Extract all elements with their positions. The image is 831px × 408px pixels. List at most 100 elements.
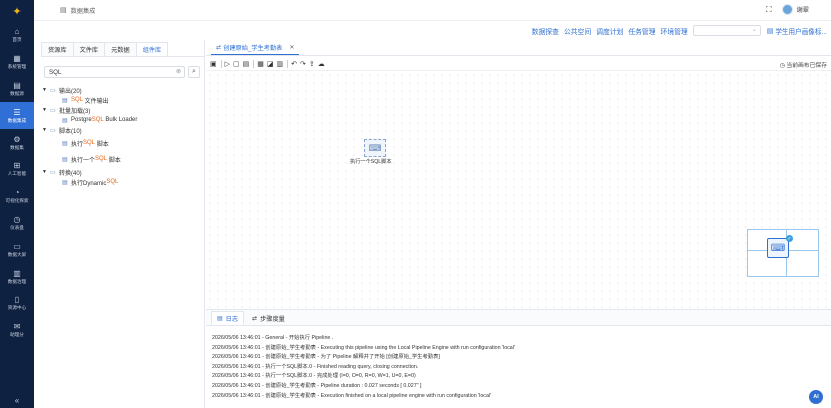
rail-item-datasource[interactable]: ▤ 数据源: [0, 76, 34, 103]
rail-item-governance[interactable]: ▥ 数据治理: [0, 263, 34, 290]
tab-metadata[interactable]: 元数据: [104, 42, 137, 56]
sql-script-step-icon[interactable]: ⌨: [364, 139, 386, 157]
nav-link-schedule[interactable]: 调度计划: [596, 26, 623, 36]
tree-category[interactable]: ▼ ▭ 转换(40): [34, 167, 204, 177]
check-icon: ✓: [786, 235, 793, 242]
rail-item-label: 数据源: [10, 90, 24, 96]
grid-icon[interactable]: ▦: [257, 60, 264, 68]
tab-step-metrics[interactable]: ⇄ 步骤度量: [247, 311, 290, 325]
save-status-label: 当前画布已保存: [786, 63, 827, 69]
clear-icon[interactable]: ⊗: [176, 68, 181, 75]
run-icon[interactable]: ▷: [225, 60, 230, 68]
redo-icon[interactable]: ↷: [300, 60, 306, 68]
caret-down-icon[interactable]: ▼: [42, 87, 50, 93]
tree-item[interactable]: ▤ 执行 SQL 脚本: [34, 135, 204, 151]
tab-pipeline[interactable]: ⇄ 创建原始_学生考勤表 ✕: [211, 41, 300, 55]
chart-icon[interactable]: ◪: [267, 60, 274, 68]
tree-category[interactable]: ▼ ▭ 脚本(10): [34, 125, 204, 135]
tree-category[interactable]: ▼ ▭ 输出(20): [34, 85, 204, 95]
resource-icon: ▯: [14, 295, 20, 305]
caret-down-icon[interactable]: ▼: [42, 169, 50, 175]
rail-item-label: 数据集: [10, 144, 24, 150]
nav-link-explore[interactable]: 数据探查: [532, 26, 559, 36]
rail-item-label: 系统管理: [7, 64, 27, 70]
rail-item-integration[interactable]: ☰ 数据集成: [0, 102, 34, 130]
caret-down-icon[interactable]: ▼: [42, 127, 50, 133]
log-line: 2026/05/06 13:46:01 - 创建原始_学生考勤表 - 为了 Pi…: [212, 354, 440, 361]
project-selector[interactable]: ▤ 学生用户画像标...: [767, 26, 827, 36]
log-line: 2026/05/06 13:46:01 - General - 开始执行 Pip…: [212, 335, 334, 341]
clock-icon: ◷: [779, 63, 785, 69]
tree-item-prefix: Postgre: [71, 117, 92, 123]
pipeline-tab-icon: ⇄: [216, 44, 222, 51]
tree-item-suffix: Bulk Loader: [103, 117, 138, 123]
tree-item[interactable]: ▤ SQL 文件输出: [34, 95, 204, 105]
rail-item-label: 可视化探索: [5, 198, 29, 204]
preview-icon[interactable]: ▤: [243, 60, 250, 68]
rail-item-bigscreen[interactable]: ▭ 数据大屏: [0, 236, 34, 263]
module-icon: ▤: [60, 7, 67, 14]
tree-category[interactable]: ▼ ▭ 批量加载(3): [34, 105, 204, 115]
minimap[interactable]: ⌨ ✓: [747, 229, 819, 277]
stop-icon[interactable]: ▢: [233, 60, 240, 68]
log-line: 2026/05/06 13:46:01 - 执行一个SQL脚本.0 - Fini…: [212, 363, 419, 370]
nav-link-tasks[interactable]: 任务管理: [628, 26, 655, 36]
step-label: 执行一个SQL脚本: [350, 159, 392, 165]
rail-item-label: 数据大屏: [7, 251, 27, 257]
tab-step-metrics-label: 步骤度量: [260, 315, 285, 323]
fullscreen-icon[interactable]: ⛶: [766, 5, 772, 15]
close-icon[interactable]: ✕: [289, 44, 294, 51]
cloud-icon[interactable]: ☁: [318, 60, 325, 68]
tree-item-prefix: 执行Dynamic: [71, 180, 107, 187]
rail-item-label: 资源中心: [7, 305, 27, 311]
folder-icon: ▭: [50, 127, 56, 134]
upload-icon[interactable]: ⇪: [309, 60, 315, 68]
visual-icon: ◔: [14, 188, 20, 198]
tab-log[interactable]: ▤ 日志: [211, 311, 245, 325]
save-icon[interactable]: ▣: [210, 60, 217, 68]
star-logo-icon[interactable]: ✦: [0, 0, 34, 22]
tab-components[interactable]: 组件库: [135, 42, 169, 56]
environment-select[interactable]: ⌄: [692, 25, 761, 36]
nav-link-public-space[interactable]: 公共空间: [564, 26, 591, 36]
avatar[interactable]: [781, 4, 793, 15]
tree-item-prefix: 执行: [71, 141, 84, 148]
integration-icon: ☰: [13, 107, 21, 117]
component-icon: ▤: [62, 97, 68, 104]
tree-item[interactable]: ▤ 执行一个 SQL 脚本: [34, 151, 204, 167]
tree-item[interactable]: ▤ Postgre SQL Bulk Loader: [34, 115, 204, 125]
tab-file-library[interactable]: 文件库: [72, 42, 106, 56]
folder-icon: ▭: [50, 169, 56, 176]
rail-item-dashboard[interactable]: ◷ 仪表盘: [0, 210, 34, 237]
rail-item-home[interactable]: ⌂ 首页: [0, 22, 34, 49]
collapse-icon[interactable]: «: [0, 392, 34, 408]
nav-link-environment[interactable]: 环境管理: [661, 26, 688, 36]
rail-item-system[interactable]: ▦ 系统管理: [0, 49, 34, 76]
search-input[interactable]: [44, 66, 185, 78]
username[interactable]: 谢翠: [797, 5, 809, 14]
rail-item-assistant[interactable]: ✉ 助理分: [0, 317, 34, 344]
search-icon[interactable]: ⌕: [188, 66, 200, 78]
component-icon: ▤: [62, 156, 68, 163]
rail-item-resource[interactable]: ▯ 资源中心: [0, 290, 34, 317]
system-icon: ▦: [13, 54, 21, 64]
log-line: 2026/05/06 13:46:01 - 创建原始_学生考勤表 - Pipel…: [212, 382, 422, 389]
panel-tabs: 资源库 文件库 元数据 组件库: [41, 42, 204, 57]
component-icon: ▤: [62, 117, 68, 124]
caret-down-icon[interactable]: ▼: [42, 107, 50, 113]
undo-icon[interactable]: ↶: [291, 60, 297, 68]
ai-assistant-button[interactable]: AI: [809, 390, 823, 404]
rail-item-label: 首页: [12, 37, 22, 43]
tab-repository[interactable]: 资源库: [41, 42, 74, 56]
tree-item-suffix: 脚本: [95, 141, 109, 148]
rail-item-ai[interactable]: ⊞ 人工智能: [0, 156, 34, 183]
pipeline-canvas[interactable]: ⌨ 执行一个SQL脚本 ⌨ ✓: [206, 71, 831, 309]
rail-item-dataset[interactable]: ⚙ 数据集: [0, 129, 34, 156]
chevron-down-icon: ⌄: [751, 27, 757, 33]
search-match: SQL: [83, 140, 96, 146]
table-icon[interactable]: ▥: [277, 60, 284, 68]
rail-item-label: 数据集成: [7, 117, 27, 123]
page-title: 数据集成: [70, 7, 96, 15]
rail-item-visual[interactable]: ◔ 可视化探索: [0, 183, 34, 210]
tree-item[interactable]: ▤ 执行Dynamic SQL: [34, 177, 204, 187]
